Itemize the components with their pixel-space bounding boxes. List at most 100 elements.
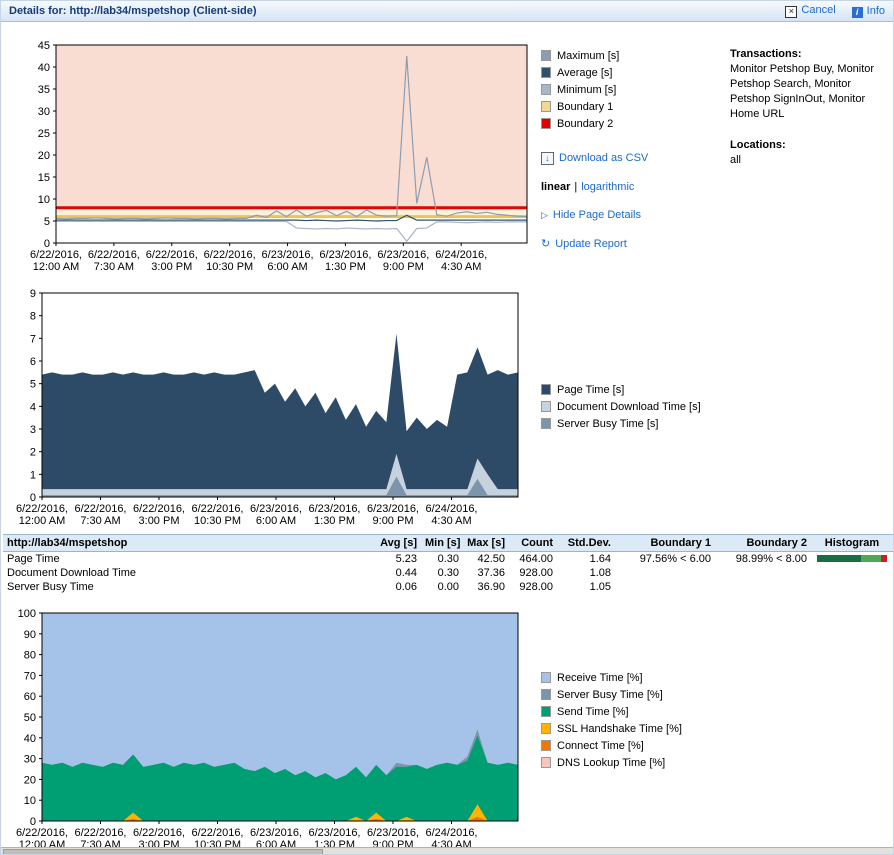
histogram-segment <box>881 555 887 562</box>
cell-histogram <box>811 580 893 594</box>
svg-text:6/22/2016,: 6/22/2016, <box>88 249 140 261</box>
cell-count: 928.00 <box>509 580 557 594</box>
cell-max: 36.90 <box>463 580 509 594</box>
chart2-legend-wrap: Page Time [s] Document Download Time [s] S… <box>541 381 726 432</box>
table-title: http://lab34/mspetshop <box>3 535 375 552</box>
legend-label: Maximum [s] <box>557 50 619 62</box>
chart1-legend-and-actions: Maximum [s]Average [s]Minimum [s]Boundar… <box>541 47 726 250</box>
histogram-segment <box>861 555 881 562</box>
cell-boundary1 <box>615 580 715 594</box>
cancel-link[interactable]: ×Cancel <box>785 4 835 18</box>
svg-text:20: 20 <box>24 774 36 786</box>
svg-text:35: 35 <box>38 84 50 96</box>
svg-text:6/24/2016,: 6/24/2016, <box>435 249 487 261</box>
close-icon: × <box>785 6 797 18</box>
cell-avg: 5.23 <box>375 552 421 567</box>
svg-text:6/22/2016,: 6/22/2016, <box>30 249 82 261</box>
svg-text:6/23/2016,: 6/23/2016, <box>309 827 361 839</box>
svg-text:30: 30 <box>38 106 50 118</box>
legend-swatch <box>541 101 551 112</box>
svg-text:70: 70 <box>24 670 36 682</box>
svg-text:60: 60 <box>24 691 36 703</box>
svg-text:4: 4 <box>30 401 36 413</box>
svg-text:4:30 AM: 4:30 AM <box>441 261 481 273</box>
table-row: Document Download Time 0.44 0.30 37.36 9… <box>3 566 893 580</box>
table-row: Server Busy Time 0.06 0.00 36.90 928.00 … <box>3 580 893 594</box>
download-csv-link[interactable]: ↓Download as CSV <box>541 152 648 165</box>
chart3-legend-wrap: Receive Time [%]Server Busy Time [%]Send… <box>541 669 726 771</box>
legend-item: Send Time [%] <box>541 703 726 720</box>
legend-swatch <box>541 757 551 768</box>
col-histogram: Histogram <box>811 535 893 552</box>
page-time-area-chart: 01234567896/22/2016,12:00 AM6/22/2016,7:… <box>7 285 523 531</box>
report-scope: Transactions: Monitor Petshop Buy, Monit… <box>730 47 892 168</box>
legend-label: Document Download Time [s] <box>557 401 701 413</box>
cell-max: 42.50 <box>463 552 509 567</box>
hide-page-details-link[interactable]: ▷Hide Page Details <box>541 209 641 221</box>
legend-label: Boundary 1 <box>557 101 613 113</box>
svg-text:6/24/2016,: 6/24/2016, <box>426 503 478 515</box>
legend-item: SSL Handshake Time [%] <box>541 720 726 737</box>
histogram-segment <box>817 555 861 562</box>
svg-text:6/22/2016,: 6/22/2016, <box>133 827 185 839</box>
col-stddev: Std.Dev. <box>557 535 615 552</box>
svg-text:10:30 PM: 10:30 PM <box>206 261 253 273</box>
locations-value: all <box>730 153 892 168</box>
svg-text:10:30 PM: 10:30 PM <box>194 515 241 527</box>
legend-item: Maximum [s] <box>541 47 726 64</box>
legend-swatch <box>541 672 551 683</box>
legend-swatch <box>541 706 551 717</box>
boundaries-chart-container: 0510152025303540456/22/2016,12:00 AM6/22… <box>7 29 531 280</box>
legend-item: Minimum [s] <box>541 81 726 98</box>
page-title: Details for: http://lab34/mspetshop (Cli… <box>9 5 257 17</box>
page-time-chart-container: 01234567896/22/2016,12:00 AM6/22/2016,7:… <box>7 285 523 534</box>
stats-table: http://lab34/mspetshop Avg [s] Min [s] M… <box>3 534 893 594</box>
svg-text:7:30 AM: 7:30 AM <box>80 515 120 527</box>
svg-text:12:00 AM: 12:00 AM <box>33 261 79 273</box>
svg-text:6/22/2016,: 6/22/2016, <box>204 249 256 261</box>
svg-text:80: 80 <box>24 650 36 662</box>
update-report-link[interactable]: ↻Update Report <box>541 237 627 250</box>
cell-boundary2 <box>715 580 811 594</box>
svg-text:90: 90 <box>24 629 36 641</box>
info-link[interactable]: iInfo <box>852 5 885 18</box>
legend-label: SSL Handshake Time [%] <box>557 723 682 735</box>
cell-min: 0.00 <box>421 580 463 594</box>
cell-boundary1: 97.56% < 6.00 <box>615 552 715 567</box>
legend-swatch <box>541 740 551 751</box>
col-boundary2: Boundary 2 <box>715 535 811 552</box>
legend-swatch <box>541 84 551 95</box>
locations-heading: Locations: <box>730 138 892 153</box>
cell-boundary2 <box>715 566 811 580</box>
legend-item: Boundary 1 <box>541 98 726 115</box>
transactions-heading: Transactions: <box>730 47 892 62</box>
svg-text:6:00 AM: 6:00 AM <box>267 261 307 273</box>
svg-text:6:00 AM: 6:00 AM <box>256 515 296 527</box>
legend-item: Document Download Time [s] <box>541 398 726 415</box>
svg-text:6/22/2016,: 6/22/2016, <box>75 503 127 515</box>
legend-item: Server Busy Time [s] <box>541 415 726 432</box>
svg-text:40: 40 <box>38 62 50 74</box>
legend-item: Page Time [s] <box>541 381 726 398</box>
horizontal-scrollbar[interactable] <box>1 847 894 855</box>
table-row: Page Time 5.23 0.30 42.50 464.00 1.64 97… <box>3 552 893 567</box>
scrollbar-thumb[interactable] <box>3 849 323 855</box>
svg-text:2: 2 <box>30 447 36 459</box>
svg-text:6/23/2016,: 6/23/2016, <box>319 249 371 261</box>
scale-logarithmic-link[interactable]: logarithmic <box>581 181 634 193</box>
svg-text:50: 50 <box>24 712 36 724</box>
svg-text:6/23/2016,: 6/23/2016, <box>309 503 361 515</box>
svg-text:10: 10 <box>24 795 36 807</box>
legend-item: DNS Lookup Time [%] <box>541 754 726 771</box>
svg-text:6/23/2016,: 6/23/2016, <box>367 827 419 839</box>
svg-text:6/22/2016,: 6/22/2016, <box>192 827 244 839</box>
col-count: Count <box>509 535 557 552</box>
svg-text:6/24/2016,: 6/24/2016, <box>426 827 478 839</box>
transactions-line: Petshop SignInOut, Monitor <box>730 92 892 107</box>
svg-text:5: 5 <box>44 216 50 228</box>
svg-text:12:00 AM: 12:00 AM <box>19 515 65 527</box>
svg-text:25: 25 <box>38 128 50 140</box>
svg-text:8: 8 <box>30 311 36 323</box>
table-header-row: http://lab34/mspetshop Avg [s] Min [s] M… <box>3 535 893 552</box>
legend-label: Send Time [%] <box>557 706 629 718</box>
